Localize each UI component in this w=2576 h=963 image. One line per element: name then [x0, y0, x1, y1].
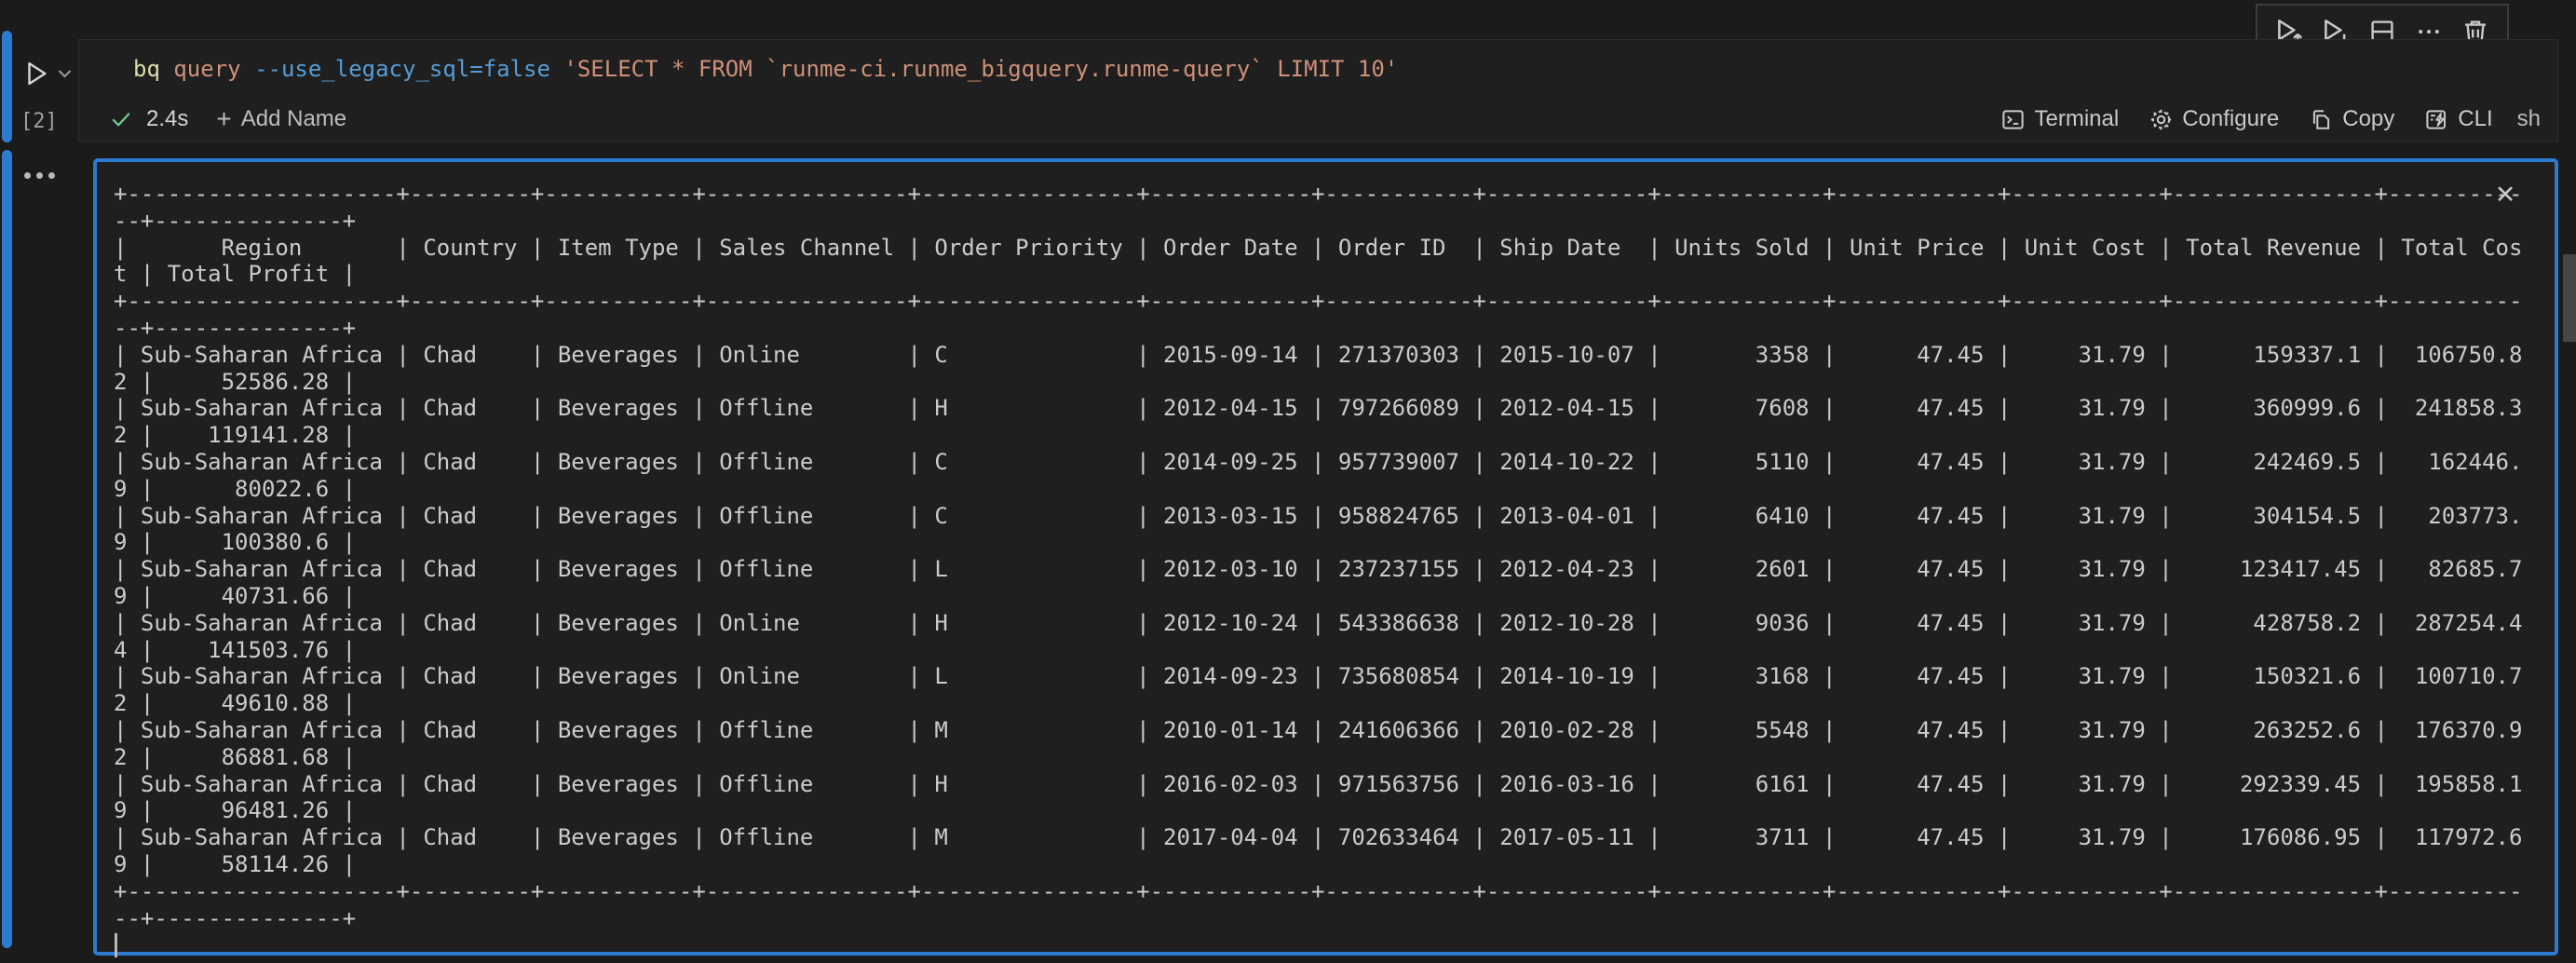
gear-icon	[2149, 107, 2174, 132]
chevron-down-icon[interactable]	[58, 69, 72, 78]
plus-icon: +	[216, 106, 231, 132]
command-subcommand: query	[173, 56, 254, 82]
configure-action-button[interactable]: Configure	[2139, 106, 2288, 132]
close-icon[interactable]: ✕	[2489, 179, 2521, 210]
run-cell-button[interactable]	[22, 58, 71, 89]
command-editor[interactable]: bq query --use_legacy_sql=false 'SELECT …	[79, 40, 2557, 98]
cli-action-button[interactable]: CLI	[2415, 106, 2501, 132]
copy-icon	[2309, 107, 2334, 132]
copy-action-button[interactable]: Copy	[2299, 106, 2404, 132]
command-string: 'SELECT * FROM `runme-ci.runme_bigquery.…	[563, 56, 1398, 82]
terminal-text[interactable]: +--------------------+---------+--------…	[114, 181, 2555, 931]
cli-icon	[2424, 107, 2449, 132]
cell-menu-icon[interactable]	[24, 164, 61, 186]
terminal-output: ✕ +--------------------+---------+------…	[93, 158, 2558, 956]
command-flag: --use_legacy_sql=false	[254, 56, 563, 82]
execution-duration: 2.4s	[146, 106, 188, 132]
command-name: bq	[133, 56, 173, 82]
terminal-icon	[2000, 107, 2026, 132]
terminal-action-button[interactable]: Terminal	[1991, 106, 2128, 132]
terminal-cursor	[115, 933, 117, 957]
success-check-icon	[109, 107, 133, 131]
cell-focus-bar-output	[2, 150, 12, 948]
execution-count: [2]	[20, 110, 58, 133]
cell-focus-bar-code	[2, 31, 12, 142]
editor-scrollbar[interactable]	[2563, 254, 2576, 342]
notebook-cell: bq query --use_legacy_sql=false 'SELECT …	[78, 39, 2558, 142]
add-name-button[interactable]: + Add Name	[216, 106, 346, 132]
language-picker[interactable]: sh	[2517, 106, 2542, 132]
play-icon	[22, 59, 50, 88]
cell-status-bar: 2.4s + Add Name Terminal	[79, 98, 2557, 141]
